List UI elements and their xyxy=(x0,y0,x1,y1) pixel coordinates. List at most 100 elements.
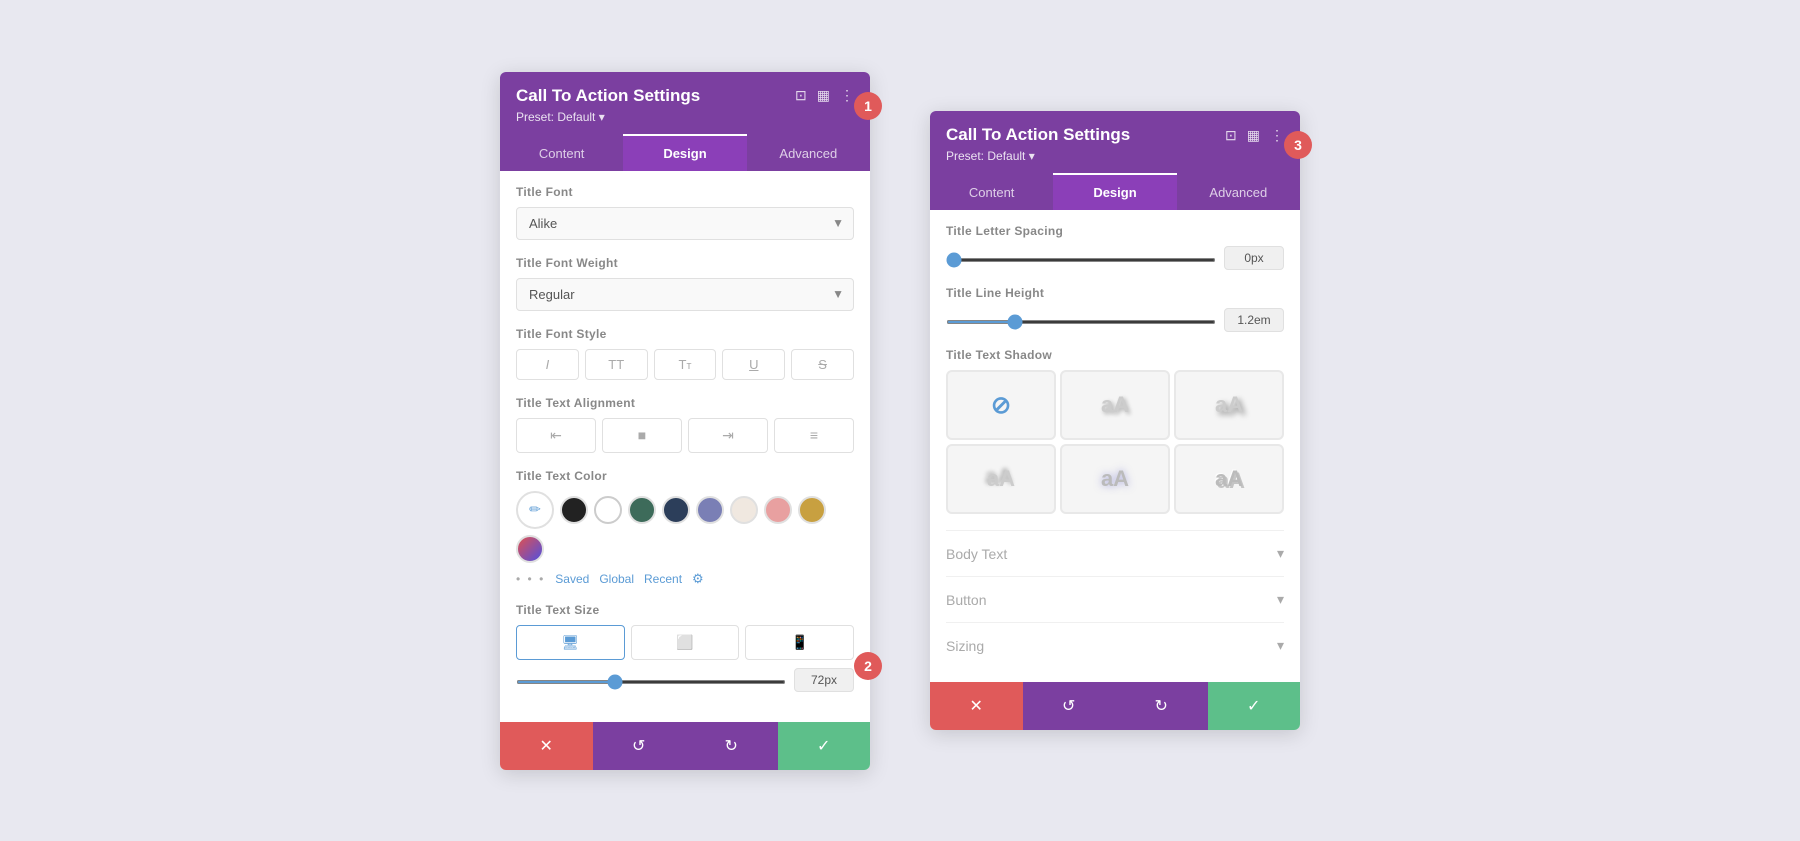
layout-icon[interactable]: ▦ xyxy=(817,87,830,104)
mobile-btn[interactable]: 📱 xyxy=(745,625,854,660)
letter-spacing-slider[interactable] xyxy=(946,258,1216,262)
layout-icon-2[interactable]: ▦ xyxy=(1247,127,1260,144)
color-navy[interactable] xyxy=(662,496,690,524)
tab-design-2[interactable]: Design xyxy=(1053,173,1176,210)
tab-design-1[interactable]: Design xyxy=(623,134,746,171)
text-shadow-grid: ⊘ aA aA aA aA aA xyxy=(946,370,1284,514)
color-pink[interactable] xyxy=(764,496,792,524)
title-letter-spacing-section: Title Letter Spacing 0px xyxy=(946,224,1284,270)
global-btn[interactable]: Global xyxy=(599,572,634,586)
shadow-style-5: aA xyxy=(1215,466,1243,492)
save-button-2[interactable]: ✓ xyxy=(1208,682,1301,730)
panel-header-2: Call To Action Settings ⊡ ▦ ⋮ Preset: De… xyxy=(930,111,1300,173)
color-black[interactable] xyxy=(560,496,588,524)
undo-button-2[interactable]: ↺ xyxy=(1023,682,1116,730)
color-picker-button[interactable]: ✏ xyxy=(516,491,554,529)
capitalize-btn[interactable]: Tт xyxy=(654,349,717,380)
color-lavender[interactable] xyxy=(696,496,724,524)
shadow-5-btn[interactable]: aA xyxy=(1174,444,1284,514)
cancel-button-1[interactable]: ✕ xyxy=(500,722,593,770)
align-right-btn[interactable]: ⇥ xyxy=(688,418,768,453)
title-font-style-section: Title Font Style I TT Tт U S xyxy=(516,327,854,380)
shadow-4-btn[interactable]: aA xyxy=(1060,444,1170,514)
cancel-button-2[interactable]: ✕ xyxy=(930,682,1023,730)
panel-header-icons-2: ⊡ ▦ ⋮ xyxy=(1225,127,1284,144)
line-height-row: 1.2em xyxy=(946,308,1284,332)
more-icon[interactable]: ⋮ xyxy=(840,87,854,104)
more-colors-btn[interactable]: • • • xyxy=(516,572,545,586)
title-font-weight-label: Title Font Weight xyxy=(516,256,854,270)
color-cream[interactable] xyxy=(730,496,758,524)
line-height-slider-container xyxy=(946,311,1216,329)
panel-title-1: Call To Action Settings xyxy=(516,86,700,106)
shadow-2-btn[interactable]: aA xyxy=(1174,370,1284,440)
shadow-none-btn[interactable]: ⊘ xyxy=(946,370,1056,440)
tab-content-2[interactable]: Content xyxy=(930,173,1053,210)
title-font-style-label: Title Font Style xyxy=(516,327,854,341)
shadow-style-1: aA xyxy=(1101,392,1129,418)
size-slider-row: 72px xyxy=(516,668,854,692)
saved-btn[interactable]: Saved xyxy=(555,572,589,586)
title-text-size-section: Title Text Size 🖥 ⬜ 📱 72px xyxy=(516,603,854,692)
button-chevron: ▾ xyxy=(1277,591,1284,608)
redo-button-1[interactable]: ↻ xyxy=(685,722,778,770)
panel-1: Call To Action Settings ⊡ ▦ ⋮ Preset: De… xyxy=(500,72,870,770)
device-row: 🖥 ⬜ 📱 xyxy=(516,625,854,660)
undo-button-1[interactable]: ↺ xyxy=(593,722,686,770)
title-font-section: Title Font Alike ▼ xyxy=(516,185,854,240)
style-buttons: I TT Tт U S xyxy=(516,349,854,380)
panel-2: Call To Action Settings ⊡ ▦ ⋮ Preset: De… xyxy=(930,111,1300,730)
color-white[interactable] xyxy=(594,496,622,524)
sizing-label: Sizing xyxy=(946,638,984,654)
color-gold[interactable] xyxy=(798,496,826,524)
title-font-select[interactable]: Alike xyxy=(516,207,854,240)
recent-btn[interactable]: Recent xyxy=(644,572,682,586)
size-value: 72px xyxy=(794,668,854,692)
body-text-section[interactable]: Body Text ▾ xyxy=(946,530,1284,576)
panel-preset-1[interactable]: Preset: Default ▾ xyxy=(516,110,854,124)
underline-btn[interactable]: U xyxy=(722,349,785,380)
line-height-slider[interactable] xyxy=(946,320,1216,324)
save-button-1[interactable]: ✓ xyxy=(778,722,871,770)
tab-content-1[interactable]: Content xyxy=(500,134,623,171)
color-gradient[interactable] xyxy=(516,535,544,563)
color-settings-icon[interactable]: ⚙ xyxy=(692,571,704,587)
uppercase-btn[interactable]: TT xyxy=(585,349,648,380)
panel-title-row-1: Call To Action Settings ⊡ ▦ ⋮ xyxy=(516,86,854,106)
color-green[interactable] xyxy=(628,496,656,524)
color-row: ✏ xyxy=(516,491,854,563)
title-font-weight-select[interactable]: Regular xyxy=(516,278,854,311)
align-left-btn[interactable]: ⇤ xyxy=(516,418,596,453)
call-to-action-panel-1: Call To Action Settings ⊡ ▦ ⋮ Preset: De… xyxy=(500,72,870,770)
size-slider[interactable] xyxy=(516,680,786,684)
strikethrough-btn[interactable]: S xyxy=(791,349,854,380)
panel-body-1: Title Font Alike ▼ Title Font Weight Reg… xyxy=(500,171,870,722)
badge-3: 3 xyxy=(1284,131,1312,159)
shadow-1-btn[interactable]: aA xyxy=(1060,370,1170,440)
tablet-btn[interactable]: ⬜ xyxy=(631,625,740,660)
panel-tabs-2: Content Design Advanced xyxy=(930,173,1300,210)
button-label: Button xyxy=(946,592,986,608)
title-text-size-label: Title Text Size xyxy=(516,603,854,617)
align-justify-btn[interactable]: ≡ xyxy=(774,418,854,453)
more-icon-2[interactable]: ⋮ xyxy=(1270,127,1284,144)
desktop-btn[interactable]: 🖥 xyxy=(516,625,625,660)
redo-button-2[interactable]: ↻ xyxy=(1115,682,1208,730)
italic-btn[interactable]: I xyxy=(516,349,579,380)
fullscreen-icon[interactable]: ⊡ xyxy=(795,87,807,104)
letter-spacing-value: 0px xyxy=(1224,246,1284,270)
shadow-3-btn[interactable]: aA xyxy=(946,444,1056,514)
tab-advanced-1[interactable]: Advanced xyxy=(747,134,870,171)
fullscreen-icon-2[interactable]: ⊡ xyxy=(1225,127,1237,144)
title-text-color-label: Title Text Color xyxy=(516,469,854,483)
shadow-style-4: aA xyxy=(1101,466,1129,492)
button-section[interactable]: Button ▾ xyxy=(946,576,1284,622)
title-font-weight-section: Title Font Weight Regular ▼ xyxy=(516,256,854,311)
sizing-section[interactable]: Sizing ▾ xyxy=(946,622,1284,668)
align-center-btn[interactable]: ■ xyxy=(602,418,682,453)
panel-footer-2: ✕ ↺ ↻ ✓ xyxy=(930,682,1300,730)
shadow-style-2: aA xyxy=(1215,392,1243,418)
panel-preset-2[interactable]: Preset: Default ▾ xyxy=(946,149,1284,163)
tab-advanced-2[interactable]: Advanced xyxy=(1177,173,1300,210)
panel-footer-1: ✕ ↺ ↻ ✓ xyxy=(500,722,870,770)
